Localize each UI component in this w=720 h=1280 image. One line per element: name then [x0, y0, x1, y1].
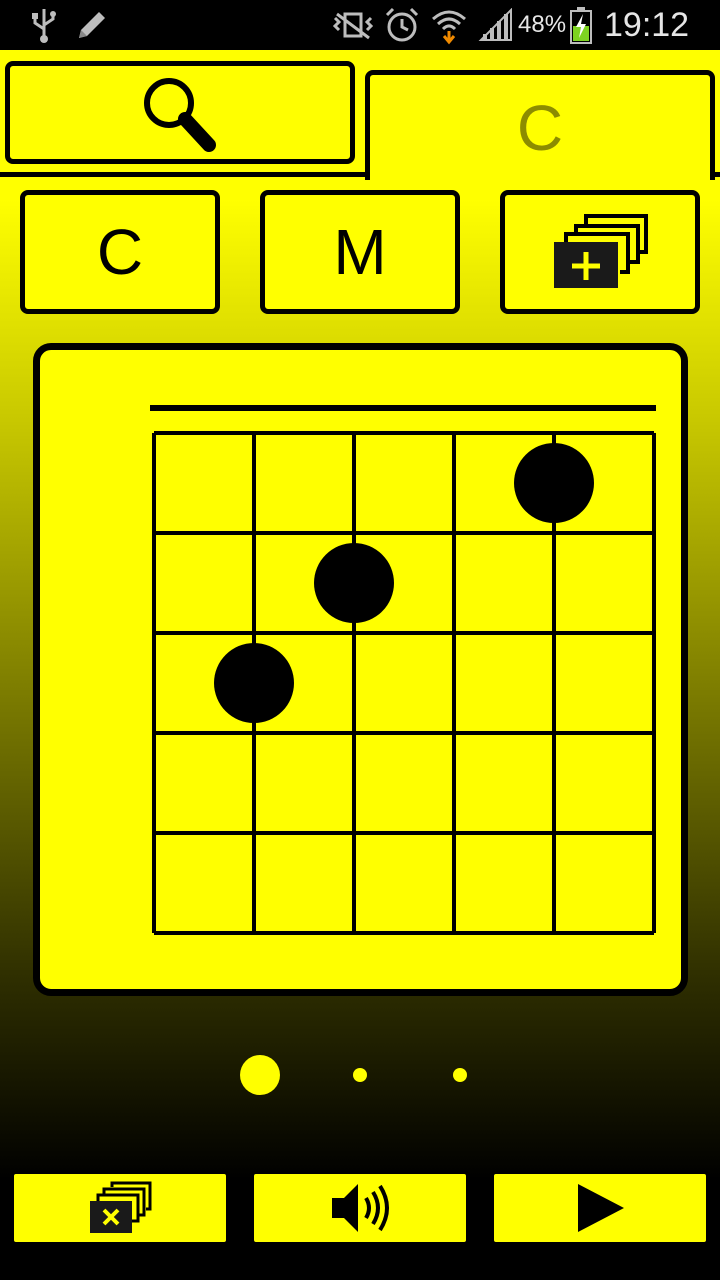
page-dot — [453, 1068, 467, 1082]
battery-percent: 48% — [518, 11, 567, 38]
battery-charging-icon — [566, 0, 596, 50]
wifi-icon — [428, 0, 470, 50]
sound-button[interactable] — [250, 1170, 470, 1246]
chord-quality-label: M — [333, 216, 387, 288]
tab-search[interactable] — [5, 61, 355, 164]
page-dot — [353, 1068, 367, 1082]
play-icon — [578, 1184, 624, 1232]
pencil-icon — [72, 0, 112, 50]
clear-collection-button[interactable] — [10, 1170, 230, 1246]
alarm-icon — [382, 0, 422, 50]
status-bar: 48% 19:12 — [0, 0, 720, 50]
tab-chord[interactable]: C — [365, 70, 715, 180]
chord-diagram-card — [33, 343, 688, 996]
chord-quality-button[interactable]: M — [260, 190, 460, 314]
tab-chord-label: C — [516, 91, 564, 164]
search-icon — [144, 77, 216, 152]
play-button[interactable] — [490, 1170, 710, 1246]
finger-dot — [214, 643, 294, 723]
speaker-icon — [332, 1184, 389, 1232]
finger-dot — [314, 543, 394, 623]
add-to-collection-button[interactable] — [500, 190, 700, 314]
root-note-button[interactable]: C — [20, 190, 220, 314]
chord-diagram — [150, 405, 656, 935]
page-dot-active — [240, 1055, 280, 1095]
vibrate-icon — [332, 0, 374, 50]
usb-icon — [28, 0, 60, 50]
clear-collection-icon — [90, 1181, 152, 1233]
clock: 19:12 — [604, 5, 690, 44]
finger-dot — [514, 443, 594, 523]
root-note-label: C — [96, 216, 144, 288]
signal-icon — [476, 0, 516, 50]
add-to-collection-icon — [554, 214, 648, 288]
